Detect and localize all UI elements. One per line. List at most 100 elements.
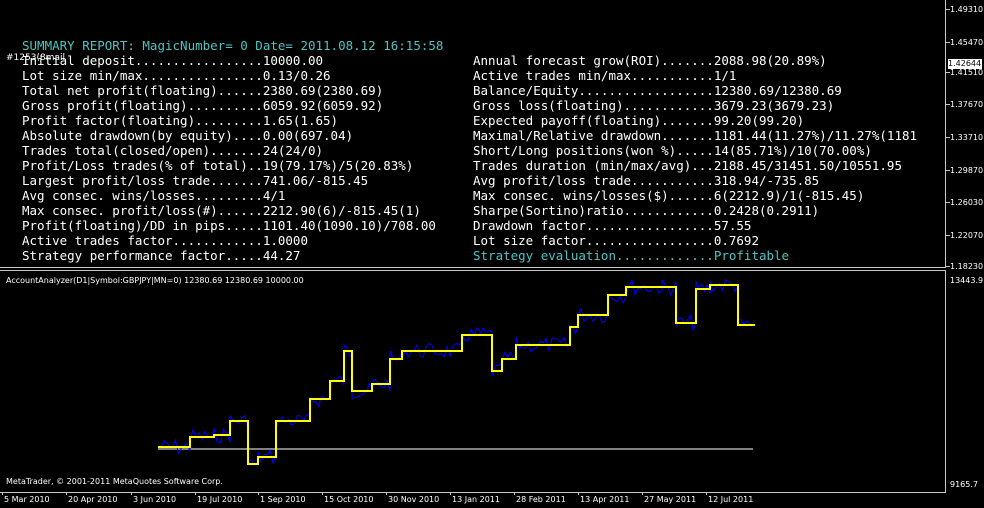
report-row-value: 318.94/-735.85 bbox=[713, 173, 820, 188]
right-report-row: Active trades min/max...........1/1 bbox=[473, 68, 945, 83]
date-tick bbox=[258, 492, 259, 495]
date-label: 27 May 2011 bbox=[644, 495, 697, 504]
right-report-row: Strategy evaluation.............Profitab… bbox=[473, 248, 945, 263]
right-report-row: Annual forecast grow(ROI).......2088.98(… bbox=[473, 53, 945, 68]
balance-line bbox=[158, 284, 755, 465]
report-row-label: Expected payoff(floating)....... bbox=[473, 113, 714, 128]
report-row-value: 1181.44(11.27%)/11.27%(1181 bbox=[713, 128, 918, 143]
report-row-value: 4/1 bbox=[262, 188, 286, 203]
report-row-label: Profit/Loss trades(% of total).. bbox=[22, 158, 263, 173]
right-report-row: Maximal/Relative drawdown.......1181.44(… bbox=[473, 128, 945, 143]
date-label: 20 Apr 2010 bbox=[68, 495, 118, 504]
date-tick bbox=[450, 492, 451, 495]
price-label: 1.41510 bbox=[950, 68, 984, 77]
price-scale[interactable]: 1.49310 1.45470 1.41510 1.37670 1.33710 1.298… bbox=[946, 0, 984, 508]
indicator-pane[interactable]: AccountAnalyzer(D1|Symbol:GBPJPY|MN=0) 1… bbox=[0, 270, 946, 493]
right-report-row: Max consec. wins/losses($)......6(2212.9… bbox=[473, 188, 945, 203]
report-row-value: 24(24/0) bbox=[262, 143, 324, 158]
report-row-label: Drawdown factor................. bbox=[473, 218, 714, 233]
report-row-label: Balance/Equity.................. bbox=[473, 83, 714, 98]
right-report-row: Expected payoff(floating).......99.20(99… bbox=[473, 113, 945, 128]
report-row-value: 6059.92(6059.92) bbox=[262, 98, 384, 113]
report-row-label: Sharpe(Sortino)ratio............ bbox=[473, 203, 714, 218]
date-tick bbox=[706, 492, 707, 495]
right-report-row: Lot size factor.................0.7692 bbox=[473, 233, 945, 248]
price-label: 1.22070 bbox=[950, 231, 984, 240]
report-row-label: Avg consec. wins/losses......... bbox=[22, 188, 263, 203]
report-row-value: 10000.00 bbox=[262, 53, 324, 68]
left-report-row: Max consec. profit/loss(#)......2212.90(… bbox=[22, 203, 436, 218]
report-row-value: 1.0000 bbox=[262, 233, 308, 248]
report-row-value: 1101.40(1090.10)/708.00 bbox=[262, 218, 436, 233]
report-row-label: Avg profit/loss trade........... bbox=[473, 173, 714, 188]
right-report-row: Trades duration (min/max/avg)...2188.45/… bbox=[473, 158, 945, 173]
date-tick bbox=[195, 492, 196, 495]
price-label: 1.29870 bbox=[950, 166, 984, 175]
report-row-value: 1/1 bbox=[713, 68, 737, 83]
right-report-row: Balance/Equity..................12380.69… bbox=[473, 83, 945, 98]
left-report-row: Profit factor(floating).........1.65(1.6… bbox=[22, 113, 436, 128]
report-row-label: Total net profit(floating)...... bbox=[22, 83, 263, 98]
left-report-row: Total net profit(floating)......2380.69(… bbox=[22, 83, 436, 98]
left-report-row: Strategy performance factor.....44.27 bbox=[22, 248, 436, 263]
report-row-value: 19(79.17%)/5(20.83%) bbox=[262, 158, 414, 173]
report-row-value: 1.65(1.65) bbox=[262, 113, 339, 128]
main-chart-pane[interactable]: SUMMARY REPORT: MagicNumber= 0 Date= 201… bbox=[0, 0, 946, 268]
price-label: 1.33710 bbox=[950, 133, 984, 142]
left-report-row: Profit(floating)/DD in pips.....1101.40(… bbox=[22, 218, 436, 233]
report-row-value: 14(85.71%)/10(70.00%) bbox=[713, 143, 872, 158]
report-row-value: 12380.69/12380.69 bbox=[713, 83, 842, 98]
report-row-label: Lot size min/max................ bbox=[22, 68, 263, 83]
price-tick bbox=[946, 9, 950, 10]
report-row-label: Active trades min/max........... bbox=[473, 68, 714, 83]
left-report-row: Initial deposit.................10000.00 bbox=[22, 53, 436, 68]
date-label: 1 Sep 2010 bbox=[260, 495, 306, 504]
report-row-label: Strategy evaluation............. bbox=[473, 248, 714, 263]
right-report-row: Avg profit/loss trade...........318.94/-… bbox=[473, 173, 945, 188]
date-tick bbox=[514, 492, 515, 495]
report-row-label: Profit factor(floating)......... bbox=[22, 113, 263, 128]
report-row-label: Gross loss(floating)............ bbox=[473, 98, 714, 113]
report-row-label: Trades duration (min/max/avg)... bbox=[473, 158, 714, 173]
date-tick bbox=[66, 492, 67, 495]
price-tick bbox=[946, 170, 950, 171]
price-label: 1.37670 bbox=[950, 100, 984, 109]
report-row-label: Maximal/Relative drawdown....... bbox=[473, 128, 714, 143]
left-report-row: Lot size min/max................0.13/0.2… bbox=[22, 68, 436, 83]
report-title: SUMMARY REPORT: MagicNumber= 0 Date= 201… bbox=[22, 38, 444, 53]
date-label: 3 Jun 2010 bbox=[133, 495, 177, 504]
report-row-label: Profit(floating)/DD in pips..... bbox=[22, 218, 263, 233]
date-label: 13 Jan 2011 bbox=[452, 495, 500, 504]
report-row-label: Active trades factor............ bbox=[22, 233, 263, 248]
report-right-column: Annual forecast grow(ROI).......2088.98(… bbox=[473, 53, 945, 263]
indicator-scale-top: 13443.9 bbox=[950, 276, 984, 285]
report-row-label: Lot size factor................. bbox=[473, 233, 714, 248]
date-tick bbox=[322, 492, 323, 495]
left-report-row: Trades total(closed/open).......24(24/0) bbox=[22, 143, 436, 158]
report-row-label: Short/Long positions(won %)..... bbox=[473, 143, 714, 158]
date-label: 15 Oct 2010 bbox=[324, 495, 374, 504]
report-row-label: Trades total(closed/open)....... bbox=[22, 143, 263, 158]
report-left-column: Initial deposit.................10000.00… bbox=[22, 53, 436, 263]
current-price-marker: 1.42644 bbox=[948, 59, 982, 69]
left-report-row: Avg consec. wins/losses.........4/1 bbox=[22, 188, 436, 203]
price-tick bbox=[946, 42, 950, 43]
date-axis: 5 Mar 2010 20 Apr 2010 3 Jun 2010 19 Jul 20… bbox=[0, 492, 946, 508]
date-tick bbox=[2, 492, 3, 495]
price-label: 1.45470 bbox=[950, 38, 984, 47]
date-tick bbox=[131, 492, 132, 495]
indicator-scale-bottom: 9165.7 bbox=[950, 480, 978, 489]
report-row-value: 2088.98(20.89%) bbox=[713, 53, 827, 68]
date-tick bbox=[642, 492, 643, 495]
report-row-label: Strategy performance factor..... bbox=[22, 248, 263, 263]
price-label: 1.49310 bbox=[950, 5, 984, 14]
report-row-label: Absolute drawdown(by equity).... bbox=[22, 128, 263, 143]
report-row-value: 0.2428(0.2911) bbox=[713, 203, 820, 218]
report-row-label: Annual forecast grow(ROI)....... bbox=[473, 53, 714, 68]
price-label: 1.18230 bbox=[950, 262, 984, 271]
report-row-value: 0.00(697.04) bbox=[262, 128, 354, 143]
report-row-value: 6(2212.9)/1(-815.45) bbox=[713, 188, 865, 203]
report-row-value: 0.7692 bbox=[713, 233, 759, 248]
report-row-label: Max consec. profit/loss(#)...... bbox=[22, 203, 263, 218]
date-label: 13 Apr 2011 bbox=[580, 495, 630, 504]
